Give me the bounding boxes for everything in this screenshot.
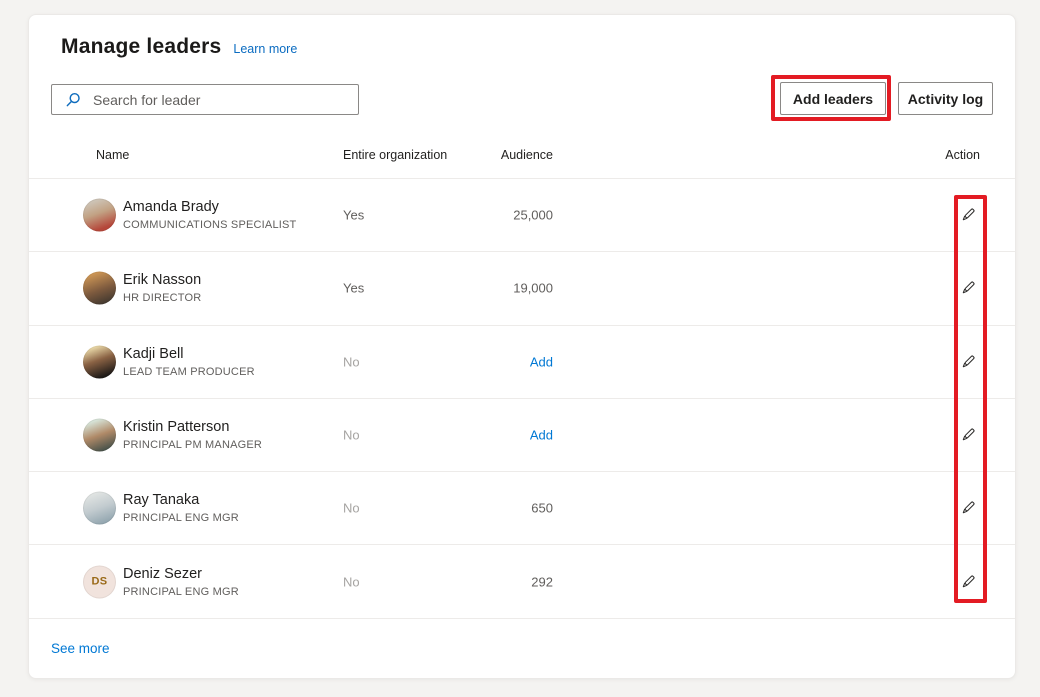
edit-pencil-icon (959, 206, 977, 224)
avatar (83, 492, 116, 525)
entire-org-value: Yes (343, 281, 364, 296)
leader-role: HR DIRECTOR (123, 292, 201, 304)
entire-org-value: No (343, 354, 360, 369)
leader-name: Amanda Brady (123, 199, 296, 215)
page-header: Manage leaders Learn more (61, 35, 297, 59)
entire-org-value: Yes (343, 208, 364, 223)
table-row: Amanda Brady COMMUNICATIONS SPECIALIST Y… (29, 179, 1015, 252)
learn-more-link[interactable]: Learn more (233, 42, 297, 56)
leader-role: PRINCIPAL ENG MGR (123, 512, 239, 524)
audience-value: 292 (531, 574, 553, 589)
leaders-table: Amanda Brady COMMUNICATIONS SPECIALIST Y… (29, 178, 1015, 619)
add-audience-link[interactable]: Add (530, 354, 553, 369)
column-header-entire-organization: Entire organization (343, 148, 447, 162)
edit-button[interactable] (953, 420, 983, 450)
entire-org-value: No (343, 428, 360, 443)
avatar (83, 199, 116, 232)
audience-value: 25,000 (513, 208, 553, 223)
search-input[interactable] (91, 91, 350, 109)
add-leaders-button[interactable]: Add leaders (780, 82, 886, 115)
leader-identity: Deniz Sezer PRINCIPAL ENG MGR (123, 566, 239, 598)
edit-pencil-icon (959, 499, 977, 517)
audience-value: 19,000 (513, 281, 553, 296)
leader-name: Deniz Sezer (123, 566, 239, 582)
column-header-name: Name (96, 148, 129, 162)
edit-pencil-icon (959, 353, 977, 371)
edit-button[interactable] (953, 200, 983, 230)
leader-identity: Kadji Bell LEAD TEAM PRODUCER (123, 346, 255, 378)
table-header: Name Entire organization Audience Action (29, 148, 1015, 165)
table-row: Ray Tanaka PRINCIPAL ENG MGR No 650 (29, 472, 1015, 545)
avatar (83, 272, 116, 305)
table-row: DS Deniz Sezer PRINCIPAL ENG MGR No 292 (29, 545, 1015, 618)
edit-button[interactable] (953, 493, 983, 523)
avatar (83, 419, 116, 452)
leader-name: Ray Tanaka (123, 492, 239, 508)
edit-button[interactable] (953, 347, 983, 377)
leader-name: Erik Nasson (123, 272, 201, 288)
see-more-link[interactable]: See more (51, 641, 110, 656)
leader-role: PRINCIPAL PM MANAGER (123, 439, 262, 451)
edit-pencil-icon (959, 573, 977, 591)
page-title: Manage leaders (61, 35, 221, 59)
activity-log-button[interactable]: Activity log (898, 82, 993, 115)
table-row: Erik Nasson HR DIRECTOR Yes 19,000 (29, 252, 1015, 325)
edit-pencil-icon (959, 426, 977, 444)
edit-button[interactable] (953, 273, 983, 303)
table-row: Kadji Bell LEAD TEAM PRODUCER No Add (29, 326, 1015, 399)
edit-button[interactable] (953, 567, 983, 597)
leader-name: Kristin Patterson (123, 419, 262, 435)
leader-name: Kadji Bell (123, 346, 255, 362)
avatar-initials: DS (83, 565, 116, 598)
column-header-action: Action (945, 148, 980, 162)
leader-identity: Ray Tanaka PRINCIPAL ENG MGR (123, 492, 239, 524)
leader-identity: Amanda Brady COMMUNICATIONS SPECIALIST (123, 199, 296, 231)
avatar (83, 345, 116, 378)
leader-identity: Kristin Patterson PRINCIPAL PM MANAGER (123, 419, 262, 451)
edit-pencil-icon (959, 279, 977, 297)
add-audience-link[interactable]: Add (530, 428, 553, 443)
leader-role: COMMUNICATIONS SPECIALIST (123, 219, 296, 231)
table-row: Kristin Patterson PRINCIPAL PM MANAGER N… (29, 399, 1015, 472)
search-icon (64, 91, 82, 109)
entire-org-value: No (343, 501, 360, 516)
column-header-audience: Audience (501, 148, 553, 162)
leader-role: LEAD TEAM PRODUCER (123, 366, 255, 378)
leader-identity: Erik Nasson HR DIRECTOR (123, 272, 201, 304)
manage-leaders-card: Manage leaders Learn more Add leaders Ac… (28, 14, 1016, 679)
entire-org-value: No (343, 574, 360, 589)
search-box[interactable] (51, 84, 359, 115)
leader-role: PRINCIPAL ENG MGR (123, 586, 239, 598)
audience-value: 650 (531, 501, 553, 516)
